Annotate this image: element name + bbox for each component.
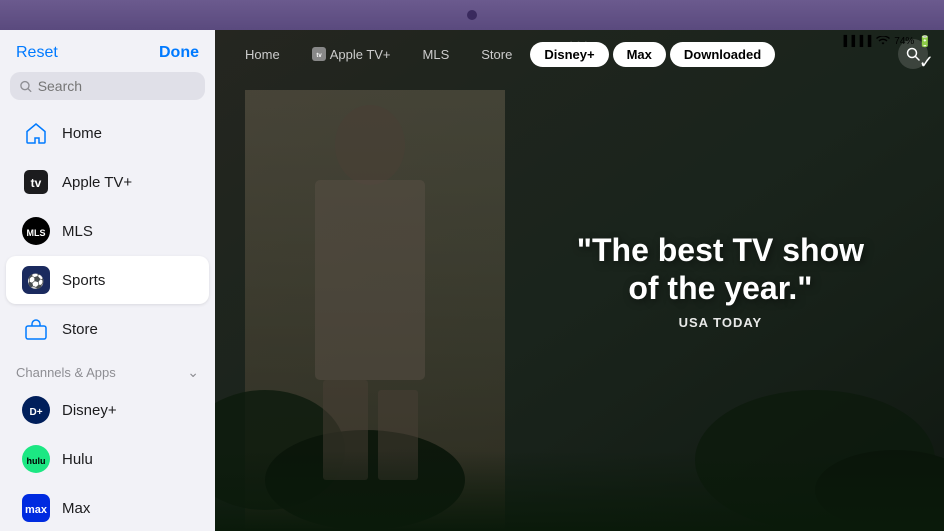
sidebar-item-mls-label: MLS	[62, 223, 93, 240]
appletv-icon: tv	[22, 168, 50, 196]
sidebar-item-mls[interactable]: MLS MLS	[6, 207, 209, 255]
checkmark-done[interactable]: ✓	[919, 52, 934, 73]
mls-icon: MLS	[22, 217, 50, 245]
max-icon: max	[22, 494, 50, 522]
channels-apps-header[interactable]: Channels & Apps ⌄	[0, 354, 215, 385]
top-nav: Home tv Apple TV+ MLS Store Disney+ Max …	[215, 30, 944, 78]
search-input[interactable]	[38, 78, 195, 94]
disney-icon: D+	[22, 396, 50, 424]
sidebar-item-disney-label: Disney+	[62, 402, 117, 419]
device-top-bar	[0, 0, 944, 30]
sidebar-item-max-label: Max	[62, 500, 90, 517]
sidebar-item-hulu-label: Hulu	[62, 451, 93, 468]
sidebar-item-home[interactable]: Home	[6, 109, 209, 157]
sidebar-item-hulu[interactable]: hulu Hulu	[6, 435, 209, 483]
hero-quote-overlay: "The best TV showof the year." USA TODAY	[577, 231, 864, 331]
home-icon	[22, 119, 50, 147]
tab-store[interactable]: Store	[467, 42, 526, 67]
done-button[interactable]: Done	[159, 44, 199, 62]
reset-button[interactable]: Reset	[16, 44, 58, 62]
tab-home[interactable]: Home	[231, 42, 294, 67]
tab-downloaded[interactable]: Downloaded	[670, 42, 775, 67]
sidebar-item-appletv-label: Apple TV+	[62, 174, 132, 191]
device-camera	[467, 10, 477, 20]
sidebar-item-sports[interactable]: ⚽ Sports	[6, 256, 209, 304]
svg-text:⚽: ⚽	[26, 273, 44, 290]
sidebar-search[interactable]	[10, 72, 205, 100]
svg-text:max: max	[25, 504, 48, 516]
sidebar-item-home-label: Home	[62, 125, 102, 142]
sidebar-item-disney[interactable]: D+ Disney+	[6, 386, 209, 434]
appletv-tab-icon: tv	[312, 47, 326, 61]
main-container: Reset Done Home	[0, 30, 944, 531]
hero-quote-text: "The best TV showof the year."	[577, 231, 864, 308]
sidebar-item-store-label: Store	[62, 321, 98, 338]
svg-text:MLS: MLS	[27, 228, 46, 238]
search-icon	[20, 80, 32, 93]
sidebar-item-store[interactable]: Store	[6, 305, 209, 353]
sidebar: Reset Done Home	[0, 30, 215, 531]
tab-max[interactable]: Max	[613, 42, 666, 67]
store-icon	[22, 315, 50, 343]
svg-text:D+: D+	[29, 407, 42, 418]
tab-appletv-label: Apple TV+	[330, 47, 391, 62]
content-search-icon	[906, 47, 920, 61]
channels-apps-title: Channels & Apps	[16, 365, 116, 380]
sidebar-item-sports-label: Sports	[62, 272, 105, 289]
hulu-icon: hulu	[22, 445, 50, 473]
hero-quote-source: USA TODAY	[577, 315, 864, 330]
channels-chevron-icon: ⌄	[187, 364, 199, 381]
sidebar-item-appletv[interactable]: tv Apple TV+	[6, 158, 209, 206]
vegetation-overlay	[215, 451, 944, 531]
sports-icon: ⚽	[22, 266, 50, 294]
tab-disney[interactable]: Disney+	[530, 42, 608, 67]
content-area: ··· Home tv Apple TV+ MLS Store Disney+ …	[215, 30, 944, 531]
sidebar-item-max[interactable]: max Max	[6, 484, 209, 531]
tab-mls[interactable]: MLS	[409, 42, 464, 67]
svg-text:hulu: hulu	[27, 456, 46, 466]
sidebar-header: Reset Done	[0, 30, 215, 72]
svg-text:tv: tv	[316, 53, 322, 59]
sidebar-nav: Home tv Apple TV+ MLS	[0, 108, 215, 531]
svg-text:tv: tv	[31, 176, 42, 190]
tab-appletv[interactable]: tv Apple TV+	[298, 42, 405, 67]
